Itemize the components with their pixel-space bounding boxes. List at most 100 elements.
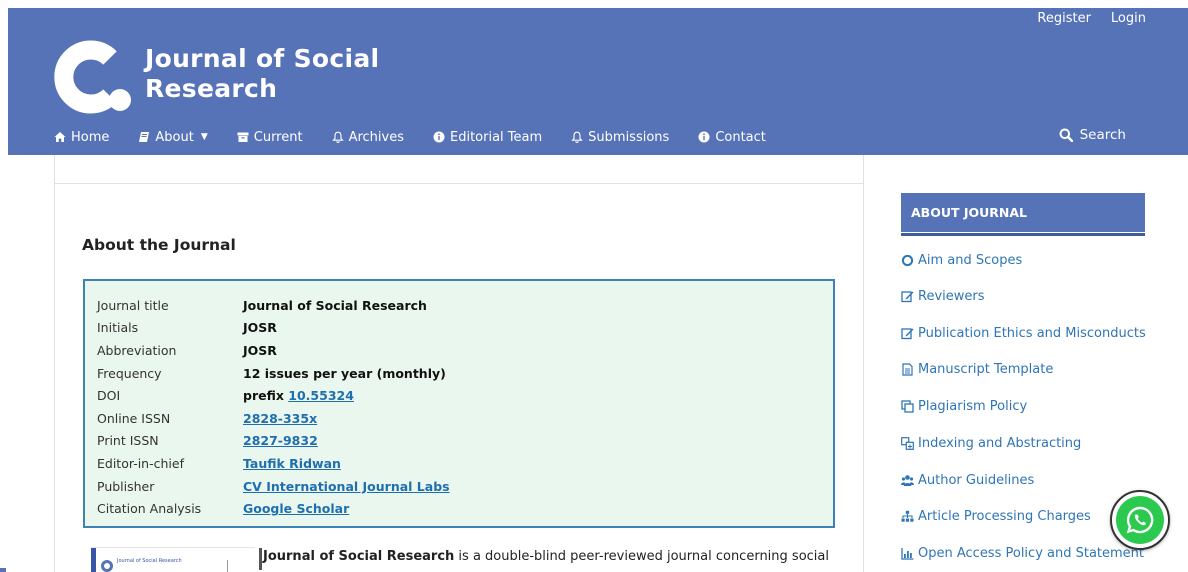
info-key: Citation Analysis <box>97 501 202 517</box>
journal-logo-icon[interactable] <box>52 38 132 116</box>
sidebar-item-plagiarism-policy[interactable]: Plagiarism Policy <box>901 399 1027 414</box>
site-header: Register Login Journal of Social Researc… <box>8 8 1188 155</box>
table-row: Abbreviation JOSR <box>97 339 450 362</box>
nav-home[interactable]: Home <box>54 130 109 145</box>
sidebar-item-article-processing-charges[interactable]: Article Processing Charges <box>901 509 1091 524</box>
table-row: Print ISSN 2827-9832 <box>97 430 450 453</box>
sidebar-item-publication-ethics[interactable]: Publication Ethics and Misconducts <box>901 326 1146 341</box>
sidebar-item-indexing[interactable]: Indexing and Abstracting <box>901 436 1081 451</box>
translate-icon <box>901 437 914 450</box>
info-value: Google Scholar <box>243 497 450 520</box>
info-value: 2828-335x <box>243 407 450 430</box>
nav-contact[interactable]: Contact <box>698 130 766 145</box>
info-value: prefix 10.55324 <box>243 384 450 407</box>
editor-in-chief-link[interactable]: Taufik Ridwan <box>243 456 341 471</box>
online-issn-link[interactable]: 2828-335x <box>243 411 317 426</box>
edit-icon <box>901 328 914 340</box>
register-link[interactable]: Register <box>1037 11 1091 26</box>
journal-info-box: Journal title Journal of Social Research… <box>83 279 835 528</box>
nav-archives[interactable]: Archives <box>331 129 404 145</box>
table-row: Online ISSN 2828-335x <box>97 407 450 430</box>
intro-accent-bar <box>259 548 262 570</box>
nav-archives-label: Archives <box>348 129 404 145</box>
nav-home-label: Home <box>71 129 110 145</box>
sidebar-item-label: Reviewers <box>918 289 985 304</box>
intro-text: is a double-blind peer-reviewed journal … <box>454 549 829 564</box>
chevron-down-icon: ▼ <box>200 132 208 142</box>
sidebar-item-label: Plagiarism Policy <box>918 399 1028 414</box>
login-link[interactable]: Login <box>1111 11 1146 26</box>
bell-icon <box>331 131 344 143</box>
doi-link[interactable]: 10.55324 <box>288 388 354 403</box>
sidebar-item-label: Manuscript Template <box>918 362 1054 377</box>
nav-current-label: Current <box>253 129 303 145</box>
info-circle-icon <box>433 131 445 143</box>
info-key: DOI <box>97 388 121 404</box>
sidebar-item-author-guidelines[interactable]: Author Guidelines <box>901 473 1034 488</box>
info-key: Initials <box>97 320 139 336</box>
page-edge-marker <box>0 568 6 572</box>
table-row: Publisher CV International Journal Labs <box>97 475 450 498</box>
sidebar-item-aim-and-scopes[interactable]: Aim and Scopes <box>901 253 1022 268</box>
google-scholar-link[interactable]: Google Scholar <box>243 501 349 516</box>
info-value: 12 issues per year (monthly) <box>243 365 446 381</box>
nav-submissions[interactable]: Submissions <box>571 130 669 145</box>
info-key: Journal title <box>97 297 169 313</box>
sidebar-item-label: Open Access Policy and Statement <box>918 546 1145 561</box>
table-row: Frequency 12 issues per year (monthly) <box>97 362 450 385</box>
site-title[interactable]: Journal of Social Research <box>145 44 445 104</box>
circle-outline-icon <box>901 254 914 267</box>
info-circle-icon <box>698 131 710 143</box>
content-divider <box>55 183 863 184</box>
nav-about-label: About <box>155 129 194 145</box>
info-value: 2827-9832 <box>243 430 450 453</box>
info-key: Editor-in-chief <box>97 455 184 471</box>
sidebar-item-open-access[interactable]: Open Access Policy and Statement <box>901 546 1144 561</box>
info-key: Print ISSN <box>97 433 159 449</box>
sidebar-item-manuscript-template[interactable]: Manuscript Template <box>901 362 1053 377</box>
nav-submissions-label: Submissions <box>588 129 670 145</box>
page-title: About the Journal <box>82 236 236 254</box>
journal-intro: Journal of Social Research is a double-b… <box>263 549 829 564</box>
cover-accent-bar <box>91 548 96 572</box>
info-key: Online ISSN <box>97 410 171 426</box>
table-row: DOI prefix 10.55324 <box>97 384 450 407</box>
sidebar-item-label: Article Processing Charges <box>918 509 1091 524</box>
print-issn-link[interactable]: 2827-9832 <box>243 433 318 448</box>
search-icon <box>1059 128 1073 142</box>
info-value: JOSR <box>243 342 277 358</box>
nav-current[interactable]: Current <box>237 130 303 145</box>
nav-contact-label: Contact <box>715 129 766 145</box>
search-label: Search <box>1079 127 1126 143</box>
info-value: Taufik Ridwan <box>243 452 450 475</box>
archive-box-icon <box>237 132 249 142</box>
cover-divider <box>227 560 228 572</box>
sitemap-icon <box>901 510 914 522</box>
sidebar-item-reviewers[interactable]: Reviewers <box>901 289 985 304</box>
sidebar-item-label: Aim and Scopes <box>918 253 1023 268</box>
journal-info-table: Journal title Journal of Social Research… <box>97 294 450 520</box>
book-icon <box>139 132 150 142</box>
search-button[interactable]: Search <box>1059 127 1126 143</box>
document-icon <box>902 363 913 376</box>
nav-about[interactable]: About ▼ <box>138 129 208 145</box>
sidebar-item-label: Author Guidelines <box>918 473 1035 488</box>
intro-journal-name: Journal of Social Research <box>263 549 455 564</box>
home-icon <box>54 132 66 142</box>
sidebar-item-label: Indexing and Abstracting <box>918 436 1082 451</box>
copy-icon <box>901 400 914 413</box>
table-row: Editor-in-chief Taufik Ridwan <box>97 452 450 475</box>
table-row: Initials JOSR <box>97 317 450 340</box>
bar-chart-icon <box>901 548 914 560</box>
cover-logo-icon <box>101 560 113 572</box>
sidebar-heading-rule <box>901 233 1145 236</box>
bell-icon <box>571 131 583 143</box>
info-value: JOSR <box>243 320 277 336</box>
whatsapp-chat-button[interactable] <box>1110 490 1170 550</box>
nav-editorial-team-label: Editorial Team <box>450 129 543 145</box>
whatsapp-badge <box>1116 496 1164 544</box>
publisher-link[interactable]: CV International Journal Labs <box>243 479 450 494</box>
primary-nav: Home About ▼ Current Archives Editorial … <box>54 128 795 146</box>
sidebar-item-label: Publication Ethics and Misconducts <box>918 326 1146 341</box>
nav-editorial-team[interactable]: Editorial Team <box>433 130 542 145</box>
